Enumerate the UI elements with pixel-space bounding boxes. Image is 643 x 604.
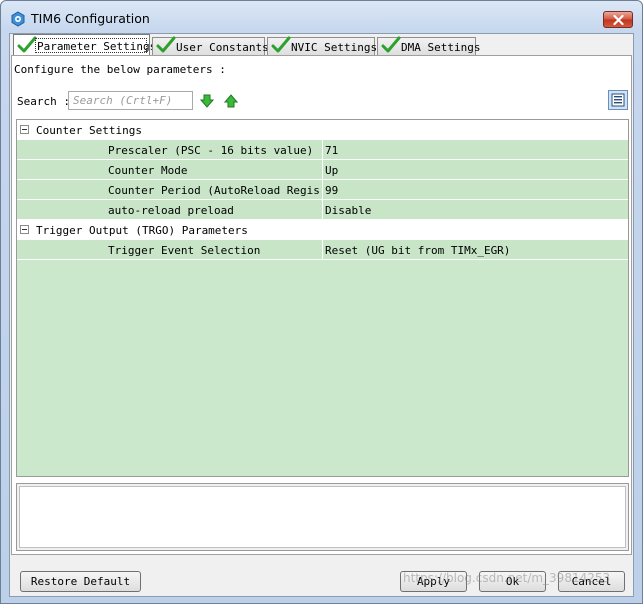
parameter-name: Counter Period (AutoReload Regis...: [108, 184, 320, 197]
collapse-toggle-icon[interactable]: [20, 125, 29, 134]
column-divider: [322, 200, 323, 219]
window-title: TIM6 Configuration: [31, 11, 150, 26]
gear-hex-icon: [11, 11, 25, 27]
tab-label: Parameter Settings: [37, 40, 157, 53]
tab-user-constants[interactable]: User Constants: [152, 36, 269, 55]
column-divider: [322, 160, 323, 179]
parameter-value[interactable]: 71: [325, 144, 338, 157]
list-view-icon: [611, 93, 625, 107]
group-header-counter-settings[interactable]: Counter Settings: [17, 120, 628, 140]
parameter-value[interactable]: 99: [325, 184, 338, 197]
watermark-text: https://blog.csdn.net/m_39814253: [403, 571, 611, 585]
table-row[interactable]: Prescaler (PSC - 16 bits value) 71: [17, 140, 628, 160]
group-label: Trigger Output (TRGO) Parameters: [36, 224, 248, 237]
table-row[interactable]: Counter Mode Up: [17, 160, 628, 180]
parameter-value[interactable]: Disable: [325, 204, 371, 217]
group-label: Counter Settings: [36, 124, 142, 137]
checkmark-icon: [17, 36, 37, 53]
column-divider: [322, 240, 323, 259]
tab-label: DMA Settings: [401, 41, 481, 54]
close-icon: [613, 15, 624, 25]
configuration-window: TIM6 Configuration Parameter Settings Us…: [0, 0, 643, 604]
tab-label: User Constants: [176, 41, 269, 54]
description-text-box: [19, 486, 626, 548]
view-mode-button[interactable]: [608, 90, 628, 110]
tab-parameter-settings[interactable]: Parameter Settings: [13, 34, 156, 56]
tab-nvic-settings[interactable]: NVIC Settings: [267, 36, 378, 55]
table-row[interactable]: Counter Period (AutoReload Regis... 99: [17, 180, 628, 200]
description-area: [16, 483, 629, 551]
configure-instructions: Configure the below parameters :: [14, 63, 226, 76]
table-row[interactable]: auto-reload preload Disable: [17, 200, 628, 220]
checkmark-icon: [381, 36, 401, 53]
parameter-settings-panel: Configure the below parameters : Search …: [11, 55, 632, 555]
search-input[interactable]: [68, 91, 193, 110]
checkmark-icon: [271, 36, 291, 53]
parameter-table: Counter Settings Prescaler (PSC - 16 bit…: [16, 119, 629, 477]
group-header-trigger-output[interactable]: Trigger Output (TRGO) Parameters: [17, 220, 628, 240]
collapse-toggle-icon[interactable]: [20, 225, 29, 234]
restore-default-button[interactable]: Restore Default: [20, 571, 141, 592]
parameter-name: Counter Mode: [108, 164, 188, 177]
column-divider: [322, 180, 323, 199]
tab-label: NVIC Settings: [291, 41, 378, 54]
tab-dma-settings[interactable]: DMA Settings: [377, 36, 480, 55]
title-bar[interactable]: TIM6 Configuration: [1, 1, 642, 35]
dialog-client-area: Parameter Settings User Constants NVIC S…: [9, 33, 634, 597]
search-previous-arrow-up-icon[interactable]: [224, 94, 238, 108]
parameter-name: Prescaler (PSC - 16 bits value): [108, 144, 314, 157]
checkmark-icon: [156, 36, 176, 53]
parameter-name: Trigger Event Selection: [108, 244, 261, 257]
parameter-value[interactable]: Up: [325, 164, 338, 177]
close-button[interactable]: [603, 11, 633, 28]
search-next-arrow-down-icon[interactable]: [200, 94, 214, 108]
column-divider: [322, 140, 323, 159]
search-label: Search :: [17, 95, 70, 108]
parameter-name: auto-reload preload: [108, 204, 234, 217]
parameter-value[interactable]: Reset (UG bit from TIMx_EGR): [325, 244, 510, 257]
table-row[interactable]: Trigger Event Selection Reset (UG bit fr…: [17, 240, 628, 260]
